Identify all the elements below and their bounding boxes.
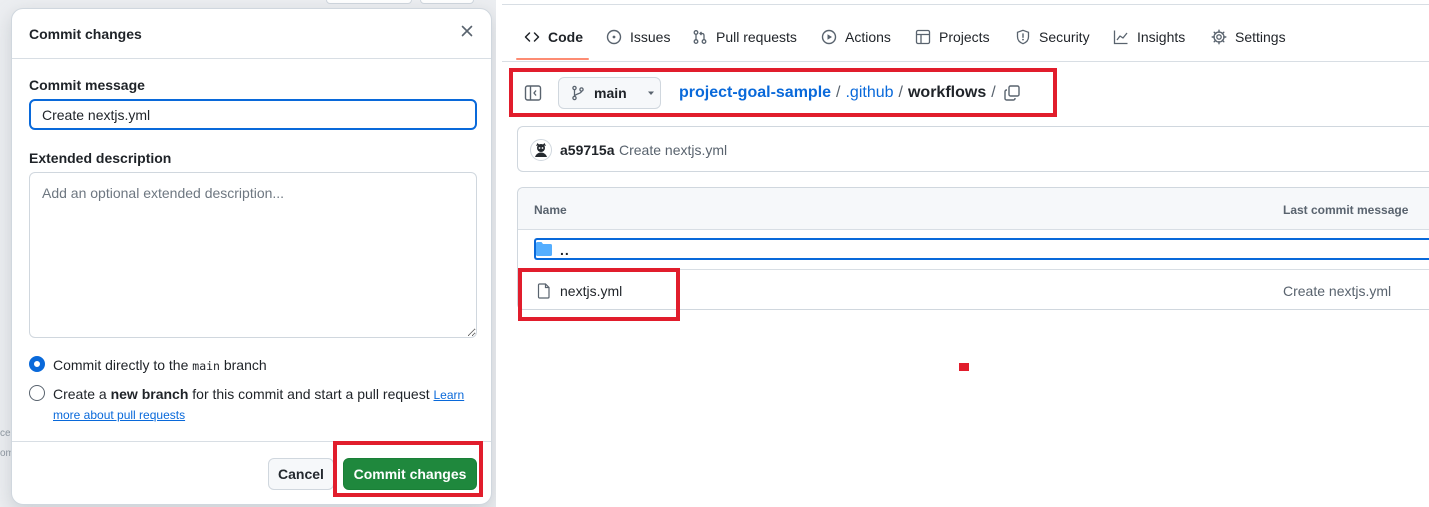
commit-sha-link[interactable]: a59715a <box>560 142 615 158</box>
commit-message-input[interactable] <box>29 99 477 130</box>
dialog-title: Commit changes <box>29 26 142 42</box>
commit-changes-button[interactable]: Commit changes <box>343 458 477 490</box>
file-table: Name Last commit message .. nextjs.yml C… <box>517 187 1429 310</box>
file-icon <box>536 283 552 302</box>
commit-directly-text: Commit directly to the <box>53 357 193 373</box>
commit-directly-suffix: branch <box>219 357 267 373</box>
annotation-marker <box>959 363 969 371</box>
breadcrumb-current-dir: workflows <box>907 84 987 101</box>
column-header-name: Name <box>534 203 567 217</box>
tab-label: Projects <box>939 29 990 45</box>
close-icon[interactable] <box>459 23 477 41</box>
learn-more-link-continued[interactable]: more about pull requests <box>53 408 185 422</box>
sidebar-collapse-icon[interactable] <box>524 84 542 102</box>
git-branch-icon <box>570 85 586 101</box>
branch-selector-button[interactable]: main <box>558 77 661 109</box>
background-button-fragment <box>420 0 474 4</box>
tab-security[interactable]: Security <box>1015 27 1090 47</box>
learn-more-link[interactable]: Learn <box>434 388 465 402</box>
cancel-button[interactable]: Cancel <box>268 458 334 490</box>
parent-directory-focus[interactable] <box>534 238 1429 260</box>
tab-label: Pull requests <box>716 29 797 45</box>
repo-nav: Code Issues Pull requests Actions Projec… <box>502 0 1429 62</box>
new-branch-bold: new branch <box>110 386 189 402</box>
selected-tab-indicator <box>516 58 589 60</box>
dimmed-background: ce om Commit changes Commit message Exte… <box>0 0 496 507</box>
dialog-footer-divider <box>12 441 491 442</box>
copy-path-icon[interactable] <box>1003 84 1021 102</box>
avatar[interactable] <box>530 139 552 161</box>
new-branch-radio[interactable] <box>29 385 45 401</box>
table-icon <box>915 29 931 45</box>
breadcrumb-github-link[interactable]: .github <box>845 84 893 102</box>
triangle-down-icon <box>646 85 656 101</box>
graph-icon <box>1113 29 1129 45</box>
tab-code[interactable]: Code <box>524 27 583 47</box>
gear-icon <box>1211 29 1227 45</box>
commit-message-label: Commit message <box>29 77 145 93</box>
commit-directly-label[interactable]: Commit directly to the main branch <box>53 357 267 373</box>
new-branch-text: Create a <box>53 386 111 402</box>
branch-name-code: main <box>192 359 220 373</box>
tab-issues[interactable]: Issues <box>606 27 670 47</box>
breadcrumb-separator: / <box>991 84 996 101</box>
table-row[interactable]: nextjs.yml Create nextjs.yml <box>518 271 1429 311</box>
breadcrumb: project-goal-sample / .github / workflow… <box>679 84 996 102</box>
extended-description-textarea[interactable] <box>29 172 477 338</box>
tab-label: Code <box>548 29 583 45</box>
background-button-fragment <box>326 0 412 4</box>
shield-icon <box>1015 29 1031 45</box>
new-branch-label[interactable]: Create a new branch for this commit and … <box>53 386 464 402</box>
git-pull-request-icon <box>692 29 708 45</box>
tab-actions[interactable]: Actions <box>821 27 891 47</box>
column-header-last-commit: Last commit message <box>1283 203 1409 217</box>
extended-description-label: Extended description <box>29 150 172 166</box>
breadcrumb-repo-link[interactable]: project-goal-sample <box>679 84 831 102</box>
latest-commit-box: a59715a Create nextjs.yml <box>517 126 1429 172</box>
commit-changes-dialog: Commit changes Commit message Extended d… <box>11 8 492 505</box>
breadcrumb-separator: / <box>898 84 903 101</box>
commit-message-link[interactable]: Create nextjs.yml <box>619 142 727 158</box>
new-branch-suffix: for this commit and start a pull request <box>188 386 434 402</box>
parent-directory-row[interactable] <box>518 230 1429 270</box>
file-table-header: Name Last commit message <box>518 188 1429 230</box>
tab-pull-requests[interactable]: Pull requests <box>692 27 797 47</box>
tab-projects[interactable]: Projects <box>915 27 990 47</box>
tab-label: Issues <box>630 29 671 45</box>
parent-directory-link[interactable]: .. <box>560 242 570 258</box>
branch-name: main <box>594 85 627 101</box>
tab-label: Security <box>1039 29 1090 45</box>
play-icon <box>821 29 837 45</box>
code-icon <box>524 29 540 45</box>
repository-view: Code Issues Pull requests Actions Projec… <box>502 0 1429 507</box>
commit-directly-radio[interactable] <box>29 356 45 372</box>
tab-settings[interactable]: Settings <box>1211 27 1286 47</box>
background-text-fragment: ce <box>0 428 11 439</box>
tab-label: Settings <box>1235 29 1286 45</box>
folder-icon <box>536 242 552 259</box>
file-last-commit-link[interactable]: Create nextjs.yml <box>1283 283 1391 299</box>
tab-label: Insights <box>1137 29 1186 45</box>
file-name-link[interactable]: nextjs.yml <box>560 283 622 299</box>
breadcrumb-separator: / <box>836 84 841 101</box>
dialog-header: Commit changes <box>12 9 491 59</box>
tab-insights[interactable]: Insights <box>1113 27 1185 47</box>
tab-label: Actions <box>845 29 891 45</box>
issue-opened-icon <box>606 29 622 45</box>
